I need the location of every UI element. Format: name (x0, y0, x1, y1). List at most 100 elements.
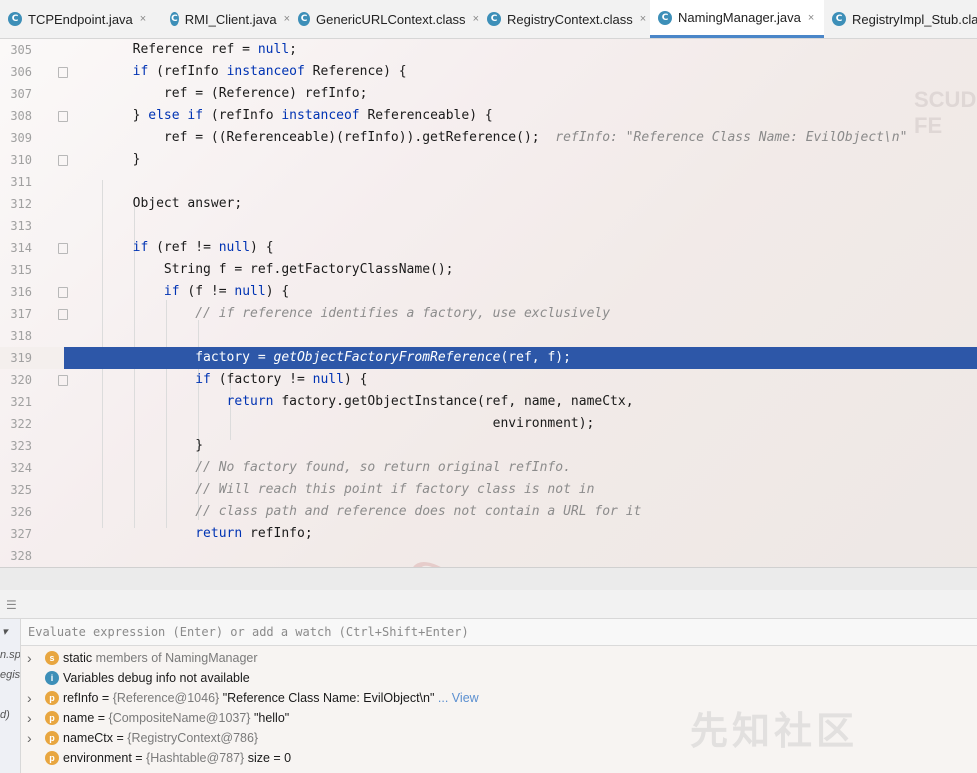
debugger-toolbar: ☰ (0, 590, 977, 619)
variable-row-variables[interactable]: i Variables debug info not available (21, 668, 977, 688)
expand-arrow-icon[interactable]: › (27, 708, 32, 728)
code-line[interactable]: 311 (0, 171, 977, 193)
code-line[interactable]: 314 if (ref != null) { (0, 237, 977, 259)
tab-genericurlcontext-class[interactable]: C GenericURLContext.class × (290, 0, 479, 38)
line-number[interactable]: 324 (0, 457, 32, 479)
variable-row-static[interactable]: › s static members of NamingManager (21, 648, 977, 668)
panel-splitter[interactable] (0, 567, 977, 590)
tab-tcpendpoint-java[interactable]: C TCPEndpoint.java × (0, 0, 162, 38)
code-line[interactable]: 320 if (factory != null) { (0, 369, 977, 391)
variable-type: {Reference@1046} (112, 691, 220, 705)
fold-marker-icon[interactable] (58, 67, 68, 78)
view-link[interactable]: ... View (434, 691, 479, 705)
code-line[interactable]: 307 ref = (Reference) refInfo; (0, 83, 977, 105)
class-file-icon: C (8, 12, 22, 26)
line-number[interactable]: 309 (0, 127, 32, 149)
line-number[interactable]: 318 (0, 325, 32, 347)
variable-name: environment (63, 751, 132, 765)
line-number[interactable]: 307 (0, 83, 32, 105)
line-number[interactable]: 313 (0, 215, 32, 237)
variable-name: Variables debug info not available (63, 671, 250, 685)
fold-marker-icon[interactable] (58, 309, 68, 320)
tab-registrycontext-class[interactable]: C RegistryContext.class × (479, 0, 650, 38)
tab-label: NamingManager.java (678, 10, 801, 25)
frames-panel-strip[interactable]: n.sp egis d) ▾ (0, 619, 21, 773)
code-line[interactable]: 323 } (0, 435, 977, 457)
code-line[interactable]: 327 return refInfo; (0, 523, 977, 545)
variable-value: "hello" (250, 711, 290, 725)
code-line[interactable]: 324 // No factory found, so return origi… (0, 457, 977, 479)
line-number[interactable]: 315 (0, 259, 32, 281)
code-line[interactable]: 312 Object answer; (0, 193, 977, 215)
expand-arrow-icon[interactable]: › (27, 688, 32, 708)
code-line[interactable]: 326 // class path and reference does not… (0, 501, 977, 523)
code-line[interactable]: 318 (0, 325, 977, 347)
code-line[interactable]: 313 (0, 215, 977, 237)
code-line[interactable]: 322 environment); (0, 413, 977, 435)
close-icon[interactable]: × (140, 13, 146, 25)
line-number[interactable]: 319 (0, 347, 64, 369)
code-editor[interactable]: Santander SCUD FE 305 Reference ref = nu… (0, 39, 977, 567)
variable-text: nameCtx = {RegistryContext@786} (63, 728, 258, 748)
variable-name: refInfo (63, 691, 99, 705)
code-text: ref = (Reference) refInfo; (70, 86, 368, 101)
line-number[interactable]: 314 (0, 237, 32, 259)
code-text: ref = ((Referenceable)(refInfo)).getRefe… (70, 130, 908, 145)
code-text: String f = ref.getFactoryClassName(); (70, 262, 454, 277)
code-line[interactable]: 310 } (0, 149, 977, 171)
tab-namingmanager-java[interactable]: C NamingManager.java × (650, 0, 824, 38)
layout-icon[interactable]: ☰ (6, 598, 17, 612)
watermark-text: 先知社区 (690, 711, 859, 753)
fold-marker-icon[interactable] (58, 375, 68, 386)
static-members-icon: s (45, 651, 59, 665)
code-line[interactable]: 325 // Will reach this point if factory … (0, 479, 977, 501)
line-number[interactable]: 306 (0, 61, 32, 83)
line-number[interactable]: 326 (0, 501, 32, 523)
line-number[interactable]: 316 (0, 281, 32, 303)
code-line[interactable]: 309 ref = ((Referenceable)(refInfo)).get… (0, 127, 977, 149)
tab-registryimpl-stub-cla[interactable]: C RegistryImpl_Stub.cla (824, 0, 977, 38)
line-number[interactable]: 311 (0, 171, 32, 193)
parameter-icon: p (45, 691, 59, 705)
close-icon[interactable]: × (640, 13, 646, 25)
expand-arrow-icon[interactable]: › (27, 728, 32, 748)
collapse-arrow-icon[interactable]: ▾ (2, 625, 8, 638)
code-line[interactable]: 317 // if reference identifies a factory… (0, 303, 977, 325)
tab-rmi-client-java[interactable]: C RMI_Client.java × (162, 0, 290, 38)
line-number[interactable]: 321 (0, 391, 32, 413)
variable-text: refInfo = {Reference@1046} "Reference Cl… (63, 688, 479, 708)
evaluate-expression-input[interactable] (22, 619, 974, 645)
line-number[interactable]: 320 (0, 369, 32, 391)
code-line[interactable]: 308 } else if (refInfo instanceof Refere… (0, 105, 977, 127)
line-number[interactable]: 323 (0, 435, 32, 457)
line-number[interactable]: 305 (0, 39, 32, 61)
line-number[interactable]: 325 (0, 479, 32, 501)
code-line[interactable]: 306 if (refInfo instanceof Reference) { (0, 61, 977, 83)
code-line[interactable]: 321 return factory.getObjectInstance(ref… (0, 391, 977, 413)
current-execution-line[interactable]: 319 factory = getObjectFactoryFromRefere… (0, 347, 977, 369)
line-number[interactable]: 312 (0, 193, 32, 215)
line-number[interactable]: 308 (0, 105, 32, 127)
equals-sign: = (131, 751, 147, 765)
code-line[interactable]: 305 Reference ref = null; (0, 39, 977, 61)
fold-marker-icon[interactable] (58, 155, 68, 166)
code-text: } (70, 438, 204, 453)
line-number[interactable]: 327 (0, 523, 32, 545)
code-line[interactable]: 315 String f = ref.getFactoryClassName()… (0, 259, 977, 281)
code-line[interactable]: 316 if (f != null) { (0, 281, 977, 303)
code-text: factory = getObjectFactoryFromReference(… (70, 350, 571, 365)
code-text: Reference ref = null; (70, 42, 297, 57)
code-text: if (factory != null) { (195, 372, 368, 387)
fold-marker-icon[interactable] (58, 243, 68, 254)
equals-sign: = (98, 691, 113, 705)
expand-arrow-icon[interactable]: › (27, 648, 32, 668)
line-number[interactable]: 322 (0, 413, 32, 435)
line-number[interactable]: 317 (0, 303, 32, 325)
tab-label: RMI_Client.java (184, 11, 277, 27)
fold-marker-icon[interactable] (58, 111, 68, 122)
code-line[interactable]: 328 (0, 545, 977, 567)
line-number[interactable]: 328 (0, 545, 32, 567)
line-number[interactable]: 310 (0, 149, 32, 171)
fold-marker-icon[interactable] (58, 287, 68, 298)
close-icon[interactable]: × (808, 12, 814, 24)
